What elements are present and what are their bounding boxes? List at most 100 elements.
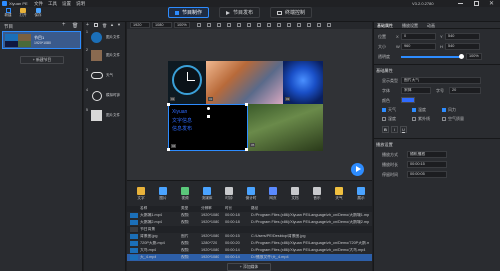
media-tool-button[interactable]: 音乐 (308, 185, 326, 205)
program-item[interactable]: 节目1 1920*1080 (2, 31, 81, 49)
table-row[interactable]: 天鹅城1.mp4 视频 1920*1080 00:00:18 D:/Program Fi… (127, 212, 372, 219)
media-tool-button[interactable]: 天气 (330, 185, 348, 205)
table-row[interactable]: 背景图.jpg 图片 1920*1080 00:00:15 C:/Users/PE/De… (127, 233, 372, 240)
underline-button[interactable]: U (400, 126, 407, 133)
preview-play-button[interactable] (351, 163, 364, 176)
resize-handle-icon[interactable] (167, 148, 170, 151)
y-field[interactable]: 540 (445, 33, 480, 40)
play-duration-field[interactable]: 00:00:15 (407, 161, 447, 168)
page-item[interactable]: 3 天气 (86, 68, 124, 84)
menu-tools[interactable]: 工具 (48, 1, 57, 7)
add-page-icon[interactable]: + (86, 22, 89, 28)
canvas-height-field[interactable]: 1080 (152, 22, 172, 28)
tab-animation[interactable]: 动画 (427, 23, 435, 29)
layer-up-icon[interactable] (257, 23, 261, 27)
resize-handle-icon[interactable] (207, 115, 210, 118)
media-tool-button[interactable]: 倒计时 (242, 185, 260, 205)
move-down-icon[interactable]: ▼ (117, 22, 121, 27)
grid-icon[interactable] (287, 23, 291, 27)
page-item[interactable]: 1 图片文件 (86, 30, 124, 46)
lock-icon[interactable] (297, 23, 301, 27)
text-widget[interactable]: Xiyuan 文字信息 信息发布 04 (167, 103, 248, 151)
italic-button[interactable]: I (391, 126, 398, 133)
align-top-icon[interactable] (227, 23, 231, 27)
width-field[interactable]: 960 (401, 43, 436, 50)
checkbox-humidity[interactable] (382, 117, 386, 121)
media-tool-button[interactable]: 视频 (176, 185, 194, 205)
page-item[interactable]: 4 模拟时钟 (86, 88, 124, 104)
media-tool-button[interactable]: 文字 (132, 185, 150, 205)
media-tool-button[interactable]: 图片 (154, 185, 172, 205)
page-item[interactable]: 2 图片文件 (86, 48, 124, 64)
table-row[interactable]: 天鹅城2.mp4 视频 1920*1080 00:00:18 D:/Program Fi… (127, 219, 372, 226)
media-tool-button[interactable]: 时钟 (220, 185, 238, 205)
move-up-icon[interactable]: ▲ (110, 22, 114, 27)
copy-page-icon[interactable] (94, 23, 98, 27)
save-button[interactable]: 保存 (33, 8, 43, 18)
bold-button[interactable]: B (382, 126, 389, 133)
font-size-field[interactable]: 20 (449, 87, 481, 94)
page-label: 图片文件 (106, 113, 120, 117)
checkbox-temp[interactable] (412, 108, 416, 112)
resize-handle-icon[interactable] (167, 103, 170, 106)
checkbox-wind[interactable] (442, 108, 446, 112)
rotate-handle-icon[interactable] (207, 107, 210, 110)
opacity-field[interactable]: 100% (466, 53, 482, 60)
checkbox-uv[interactable] (412, 117, 416, 121)
display-type-select[interactable]: 图片天气 (401, 77, 481, 84)
opacity-slider[interactable] (401, 56, 461, 58)
table-row[interactable]: 大鸟.mp4 视频 1920*1080 00:00:14 D:/Program File… (127, 247, 372, 254)
opacity-slider-handle[interactable] (459, 54, 464, 59)
zoom-select[interactable]: 100% (174, 22, 190, 28)
image-widget[interactable]: 02 (206, 61, 283, 104)
delete-element-icon[interactable] (307, 23, 311, 27)
open-button[interactable]: 打开 (18, 8, 28, 18)
more-tools-icon[interactable] (327, 23, 331, 27)
tab-program-publish[interactable]: 节目发布 (219, 7, 261, 18)
color-swatch[interactable] (401, 97, 415, 103)
clock-widget[interactable]: 01 (168, 61, 206, 104)
font-select[interactable]: 宋体 (401, 87, 431, 94)
align-bottom-icon[interactable] (247, 23, 251, 27)
add-media-button[interactable]: + 添加媒体 (227, 263, 271, 271)
play-mode-select[interactable]: 随机播放 (407, 151, 447, 158)
new-program-button[interactable]: + 新建节目 (20, 56, 64, 64)
stay-time-field[interactable]: 00:00:05 (407, 171, 447, 178)
delete-page-icon[interactable]: 🗑 (102, 23, 107, 28)
media-tool-button[interactable]: 流媒体 (198, 185, 216, 205)
add-program-icon[interactable]: + (62, 22, 66, 28)
new-button[interactable]: 新建 (3, 8, 13, 18)
menu-file[interactable]: 文件 (34, 1, 43, 7)
media-tool-button[interactable]: 展示 (352, 185, 370, 205)
align-left-icon[interactable] (197, 23, 201, 27)
video-widget[interactable]: 05 (248, 104, 323, 151)
table-row[interactable]: 天_4.mp4 视频 1920*1080 00:00:14 D:/播放文件/天_4.mp… (127, 254, 372, 261)
fullscreen-icon[interactable] (277, 23, 281, 27)
media-tool-button[interactable]: 网页 (264, 185, 282, 205)
layer-down-icon[interactable] (267, 23, 271, 27)
align-right-icon[interactable] (217, 23, 221, 27)
delete-program-icon[interactable]: 🗑 (72, 23, 78, 29)
checkbox-weather[interactable] (382, 108, 386, 112)
minimize-icon[interactable] (458, 3, 463, 4)
height-field[interactable]: 540 (445, 43, 480, 50)
media-tool-button[interactable]: 文档 (286, 185, 304, 205)
close-icon[interactable]: ✕ (489, 0, 494, 7)
canvas-width-field[interactable]: 1920 (130, 22, 150, 28)
x-field[interactable]: 0 (401, 33, 436, 40)
checkbox-aqi[interactable] (442, 117, 446, 121)
weather-widget[interactable]: 03 (283, 61, 323, 104)
menu-help[interactable]: 说明 (76, 1, 85, 7)
align-middle-icon[interactable] (237, 23, 241, 27)
tab-play-settings[interactable]: 播放设置 (402, 23, 418, 29)
tab-basic-props[interactable]: 基础属性 (377, 23, 393, 29)
table-row[interactable]: 720P天鹅.mp4 视频 1280*720 00:00:20 D:/Program F… (127, 240, 372, 247)
screen-fit-icon[interactable] (317, 23, 321, 27)
align-center-icon[interactable] (207, 23, 211, 27)
tab-terminal-control[interactable]: 终端控制 (270, 7, 313, 18)
menu-settings[interactable]: 设置 (62, 1, 71, 7)
tab-program-make[interactable]: 节目制作 (168, 7, 210, 18)
maximize-icon[interactable] (474, 1, 479, 6)
page-item[interactable]: 5 图片文件 (86, 108, 124, 124)
table-section-row[interactable]: 节目背景 (127, 226, 372, 233)
